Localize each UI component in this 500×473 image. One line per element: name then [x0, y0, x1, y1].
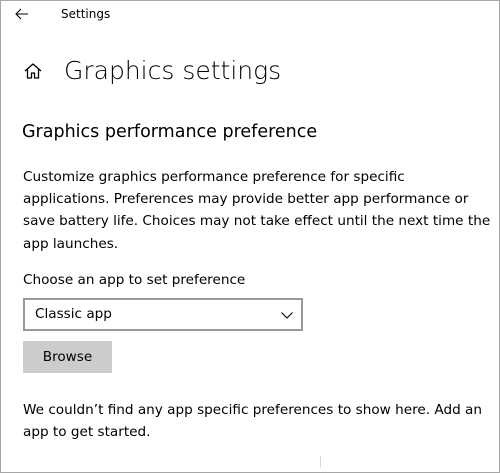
title-bar: Settings [1, 1, 499, 27]
page-title: Graphics settings [64, 56, 282, 85]
settings-window: Settings Graphics settings Graphics perf… [0, 0, 500, 473]
app-picker-label: Choose an app to set preference [23, 272, 246, 288]
window-title: Settings [61, 7, 111, 21]
section-description: Customize graphics performance preferenc… [23, 169, 491, 252]
chevron-down-icon [281, 312, 293, 319]
section-title: Graphics performance preference [22, 122, 318, 142]
home-icon[interactable] [21, 59, 45, 83]
back-arrow-icon [15, 8, 28, 20]
dropdown-selected-value: Classic app [35, 306, 112, 322]
browse-button[interactable]: Browse [23, 341, 112, 373]
page-header: Graphics settings [21, 51, 281, 91]
text-cursor [320, 456, 321, 468]
app-type-dropdown[interactable]: Classic app [23, 298, 303, 331]
empty-state-message: We couldn’t find any app specific prefer… [23, 402, 482, 440]
back-button[interactable] [10, 4, 34, 24]
